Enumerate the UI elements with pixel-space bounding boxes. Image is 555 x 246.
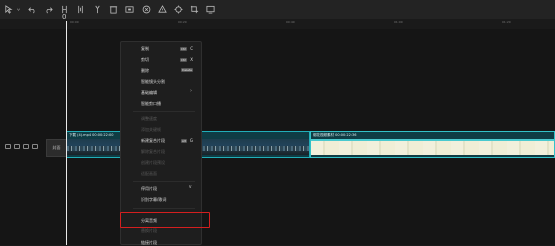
cover-button[interactable]: 封面 (46, 139, 67, 157)
ruler-tick: 01:20 (502, 20, 511, 24)
menu-item-delete[interactable]: 删除 (141, 68, 149, 74)
delete-shortcut: Delete (181, 68, 193, 72)
top-toolbar (0, 0, 555, 20)
menu-item-link-clip[interactable]: 链接片段 (141, 240, 157, 246)
menu-item-disabled: 解除复合片段 (141, 149, 165, 154)
mirror-icon[interactable] (142, 5, 151, 14)
menu-item-new-compound[interactable]: 新建复合片段 (141, 138, 165, 144)
cover-label: 封面 (52, 145, 61, 150)
menu-item-clip-edit[interactable]: 停用片段 (141, 186, 157, 192)
clip-label: 下载 (4).mp4 00:00:22:00 (69, 133, 114, 137)
menu-item-disabled: 替换片段 (141, 228, 157, 233)
screen-icon[interactable] (206, 5, 215, 14)
ruler-tick: 01:00 (394, 20, 403, 24)
freeze-icon[interactable] (125, 5, 134, 14)
undo-icon[interactable] (28, 5, 37, 14)
menu-divider (133, 208, 195, 209)
cut-shortcut: Ctrl X (179, 57, 193, 62)
playhead[interactable] (66, 21, 67, 245)
track-collapse-icon[interactable] (5, 143, 11, 149)
menu-divider (133, 111, 195, 112)
video-clip[interactable]: 烟花视频素材 00:00:22:36 (310, 131, 555, 158)
menu-item-basic-edit[interactable]: 基础编辑 (141, 90, 157, 96)
fit-icon[interactable] (190, 5, 199, 14)
menu-item-disabled: 适配画面 (141, 171, 157, 176)
copy-shortcut: Ctrl C (179, 46, 193, 51)
menu-item-smart-split[interactable]: 智能镜头分割 (141, 79, 165, 85)
menu-item-smart-subtitle[interactable]: 智能剪口播 (141, 101, 161, 107)
ruler-tick: 00:40 (286, 20, 295, 24)
split-left-icon[interactable] (76, 5, 85, 14)
delete-icon[interactable] (109, 5, 118, 14)
menu-item-copy[interactable]: 复制 (141, 46, 149, 52)
split-right-icon[interactable] (93, 5, 102, 14)
menu-item-disabled: 添加关键帧 (141, 127, 161, 132)
new-compound-shortcut: Alt G (180, 138, 193, 143)
select-icon[interactable] (4, 5, 13, 14)
rotate-icon[interactable] (158, 5, 167, 14)
redo-icon[interactable] (44, 5, 53, 14)
menu-item-cut[interactable]: 剪切 (141, 57, 149, 63)
ruler-tick: 00:00 (70, 20, 79, 24)
menu-item-disabled: 创建片段预设 (141, 160, 165, 165)
ruler-tick: 00:20 (178, 20, 187, 24)
clip-thumbnails (311, 139, 554, 155)
submenu-arrow-icon: › (190, 88, 192, 94)
lock-icon[interactable] (14, 143, 20, 149)
chevron-down-icon[interactable] (14, 5, 21, 14)
menu-item-disabled: 调整速度 (141, 116, 157, 121)
chevron-down-icon: ∨ (188, 184, 192, 190)
menu-divider (133, 181, 195, 182)
timeline-ruler[interactable]: 00:00 00:20 00:40 01:00 01:20 (0, 19, 555, 29)
playhead-label: 0 (62, 13, 67, 21)
mute-icon[interactable] (32, 143, 38, 149)
eye-icon[interactable] (23, 143, 29, 149)
crop-icon[interactable] (174, 5, 183, 14)
highlight-box (120, 212, 210, 228)
menu-item-subtitle[interactable]: 识别字幕/歌词 (141, 197, 166, 203)
track-header (5, 141, 38, 151)
clip-label: 烟花视频素材 00:00:22:36 (313, 133, 357, 137)
